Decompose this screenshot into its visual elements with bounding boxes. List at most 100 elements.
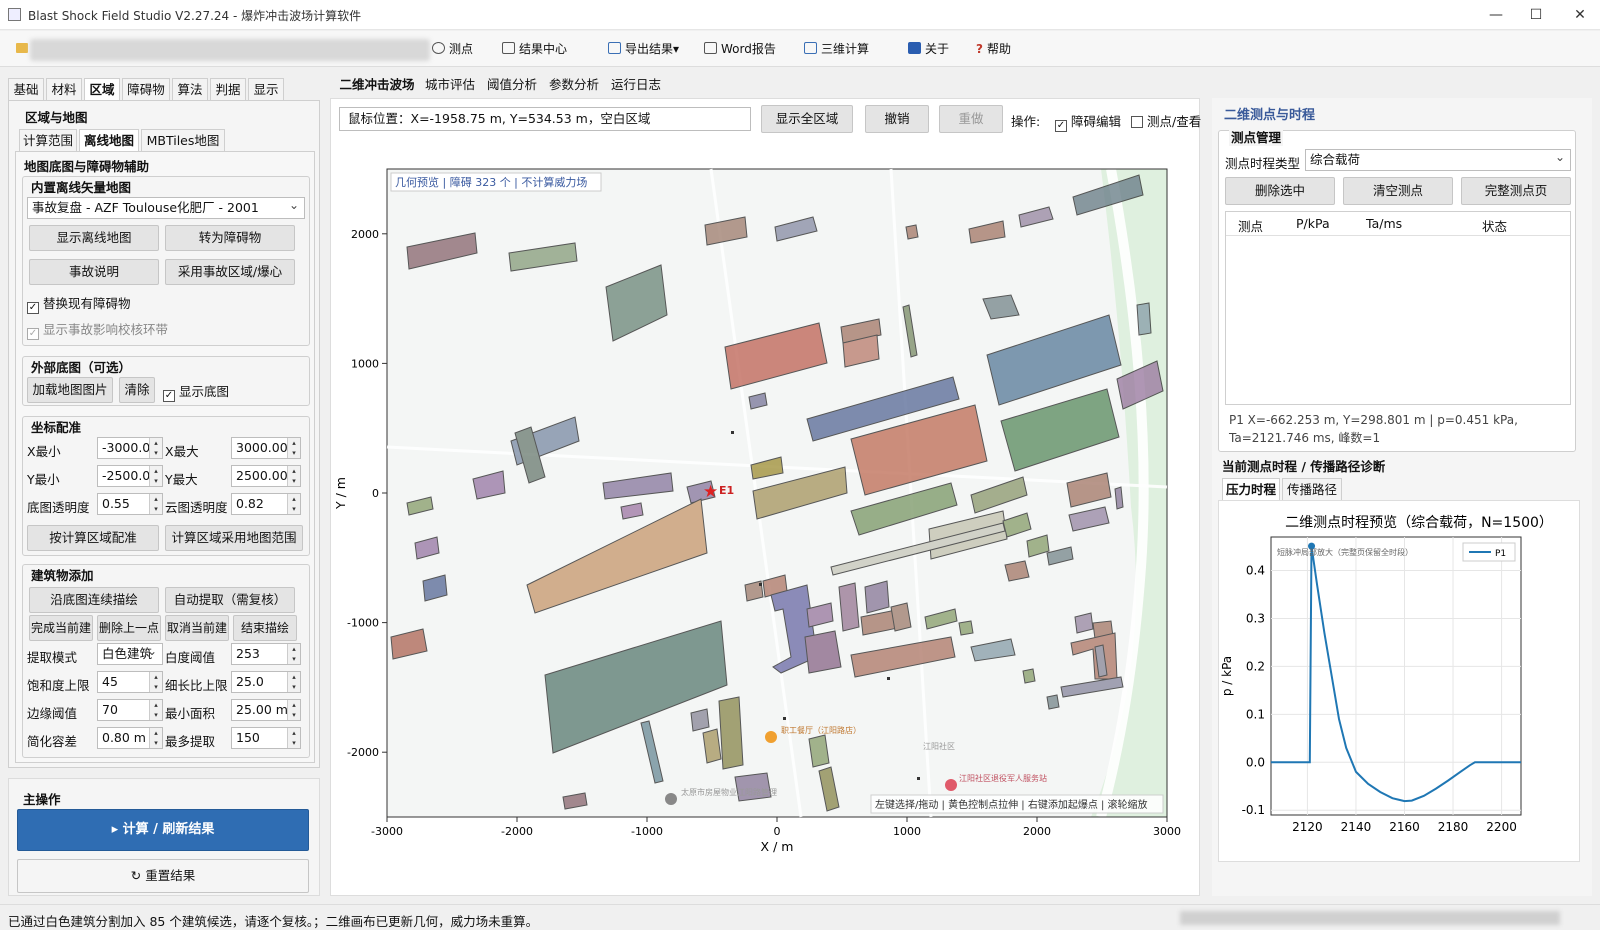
map-x-tick-label: -3000	[371, 825, 403, 838]
tab-criteria[interactable]: 判据	[210, 78, 246, 100]
obstacle-edit-checkbox[interactable]: ✓ 障碍编辑	[1055, 111, 1121, 132]
probe-management-group: 测点管理 测点时程类型 综合载荷 删除选中 清空测点 完整测点页 测点 P/kP…	[1218, 127, 1576, 452]
pressure-history-chart[interactable]: 二维测点时程预览（综合载荷，N=1500） 2120 2140 2160 2180 22…	[1219, 501, 1579, 861]
end-trace-button[interactable]: 结束描绘	[233, 615, 297, 641]
xmin-input[interactable]: -3000.00	[97, 437, 163, 459]
col-pressure[interactable]: P/kPa	[1296, 216, 1330, 231]
tab-mbtiles-map[interactable]: MBTiles地图	[141, 129, 225, 151]
xmax-input[interactable]: 3000.00	[231, 437, 301, 459]
maximize-icon[interactable]: ☐	[1518, 4, 1554, 26]
full-probe-page-button[interactable]: 完整测点页	[1461, 177, 1571, 205]
about-tool[interactable]: 关于	[908, 39, 949, 59]
show-base-map-checkbox[interactable]: ✓ 显示底图	[163, 381, 229, 402]
offline-map-select[interactable]: 事故复盘 - AZF Toulouse化肥厂 - 2001	[27, 197, 305, 219]
export-results-tool[interactable]: 导出结果▾	[608, 39, 679, 59]
3d-compute-tool[interactable]: 三维计算	[804, 39, 869, 59]
white-input[interactable]: 253	[231, 643, 301, 665]
sat-label: 饱和度上限	[27, 678, 90, 693]
use-accident-region-button[interactable]: 采用事故区域/爆心	[165, 259, 295, 285]
map-x-tick-label: -2000	[501, 825, 533, 838]
fit-region-button[interactable]: 按计算区域配准	[27, 525, 159, 551]
load-map-image-button[interactable]: 加载地图图片	[27, 377, 113, 403]
tab-log[interactable]: 运行日志	[606, 74, 666, 96]
external-map-title: 外部底图（可选）	[31, 360, 132, 375]
close-icon[interactable]: ✕	[1562, 4, 1598, 26]
probe-type-select[interactable]: 综合载荷	[1305, 149, 1571, 171]
delete-last-point-button[interactable]: 删除上一点	[97, 615, 161, 641]
tab-pressure-history[interactable]: 压力时程	[1222, 478, 1280, 500]
accident-desc-button[interactable]: 事故说明	[29, 259, 159, 285]
show-all-button[interactable]: 显示全区域	[761, 105, 853, 133]
reset-button[interactable]: ↻ 重置结果	[17, 859, 309, 893]
tab-obstacle[interactable]: 障碍物	[122, 78, 170, 100]
ymin-input[interactable]: -2500.00	[97, 465, 163, 487]
mode-select[interactable]: 白色建筑	[97, 643, 163, 665]
ratio-input[interactable]: 25.0	[231, 671, 301, 693]
map-x-tick-label: 1000	[893, 825, 921, 838]
col-probe[interactable]: 测点	[1238, 216, 1263, 235]
app-icon	[8, 8, 21, 21]
undo-button[interactable]: 撤销	[865, 105, 929, 133]
base-alpha-input[interactable]: 0.55	[97, 493, 163, 515]
clear-map-button[interactable]: 清除	[119, 377, 155, 403]
tab-algorithm[interactable]: 算法	[172, 78, 208, 100]
x-tick-label: 2160	[1389, 820, 1420, 834]
sat-input[interactable]: 45	[97, 671, 163, 693]
tab-region[interactable]: 区域	[84, 78, 120, 100]
delete-selected-button[interactable]: 删除选中	[1225, 177, 1335, 205]
base-alpha-label: 底图透明度	[27, 500, 90, 515]
ymax-label: Y最大	[165, 472, 198, 487]
replace-obstacles-checkbox[interactable]: ✓ 替换现有障碍物	[27, 293, 131, 314]
building-title: 建筑物添加	[31, 568, 94, 583]
tab-basic[interactable]: 基础	[8, 78, 44, 100]
building-add-group: 建筑物添加 沿底图连续描绘 自动提取（需复核） 完成当前建 删除上一点 取消当前…	[22, 564, 310, 758]
word-report-tool[interactable]: Word报告	[704, 39, 776, 59]
use-map-range-button[interactable]: 计算区域采用地图范围	[165, 525, 303, 551]
check-icon	[1131, 116, 1143, 128]
probe-view-checkbox[interactable]: 测点/查看	[1131, 111, 1201, 130]
tab-city-assess[interactable]: 城市评估	[420, 74, 480, 96]
map-y-label: Y / m	[333, 477, 348, 510]
cancel-building-button[interactable]: 取消当前建	[165, 615, 229, 641]
max-extract-input[interactable]: 150	[231, 727, 301, 749]
results-center-tool[interactable]: 结果中心	[502, 39, 567, 59]
tab-compute-range[interactable]: 计算范围	[19, 129, 77, 151]
auto-extract-button[interactable]: 自动提取（需复核）	[165, 587, 295, 613]
xmax-label: X最大	[165, 444, 199, 459]
x-tick-label: 2200	[1486, 820, 1517, 834]
tab-offline-map[interactable]: 离线地图	[79, 129, 139, 151]
cloud-alpha-input[interactable]: 0.82	[231, 493, 301, 515]
redo-button[interactable]: 重做	[939, 105, 1003, 133]
minimize-icon[interactable]: —	[1478, 4, 1514, 26]
edge-input[interactable]: 70	[97, 699, 163, 721]
area-input[interactable]: 25.00 m²	[231, 699, 301, 721]
tab-display[interactable]: 显示	[248, 78, 284, 100]
finish-building-button[interactable]: 完成当前建	[29, 615, 93, 641]
probe-tool[interactable]: 测点	[432, 39, 473, 59]
y-tick-label: -0.1	[1242, 803, 1265, 817]
tab-material[interactable]: 材料	[46, 78, 82, 100]
show-ring-checkbox[interactable]: ✓ 显示事故影响校核环带	[27, 319, 168, 340]
probe-icon	[432, 42, 445, 54]
show-offline-map-button[interactable]: 显示离线地图	[29, 225, 159, 251]
max-extract-label: 最多提取	[165, 734, 216, 749]
folder-icon[interactable]	[16, 43, 28, 53]
col-status[interactable]: 状态	[1482, 216, 1507, 235]
map-canvas[interactable]: 职工餐厅（江阳路店） 江阳社区 江阳社区退役军人服务站 太原市房屋物业江阳路管理…	[331, 147, 1199, 877]
compute-button[interactable]: ▸ 计算 / 刷新结果	[17, 809, 309, 851]
ymax-input[interactable]: 2500.00	[231, 465, 301, 487]
tab-2d-shockwave[interactable]: 二维冲击波场	[336, 74, 418, 96]
tab-param[interactable]: 参数分析	[544, 74, 604, 96]
help-tool[interactable]: ? 帮助	[976, 39, 1011, 59]
map-y-tick-label: 0	[372, 487, 379, 500]
tab-threshold[interactable]: 阈值分析	[482, 74, 542, 96]
explosion-label: E1	[719, 484, 734, 497]
trace-button[interactable]: 沿底图连续描绘	[29, 587, 159, 613]
simplify-input[interactable]: 0.80 m	[97, 727, 163, 749]
col-arrival[interactable]: Ta/ms	[1366, 216, 1402, 231]
clear-probes-button[interactable]: 清空测点	[1343, 177, 1453, 205]
map-x-tick-label: 0	[774, 825, 781, 838]
convert-to-obstacle-button[interactable]: 转为障碍物	[165, 225, 295, 251]
map-subtabs: 计算范围 离线地图 MBTiles地图	[19, 129, 319, 151]
tab-propagation-path[interactable]: 传播路径	[1282, 478, 1342, 500]
